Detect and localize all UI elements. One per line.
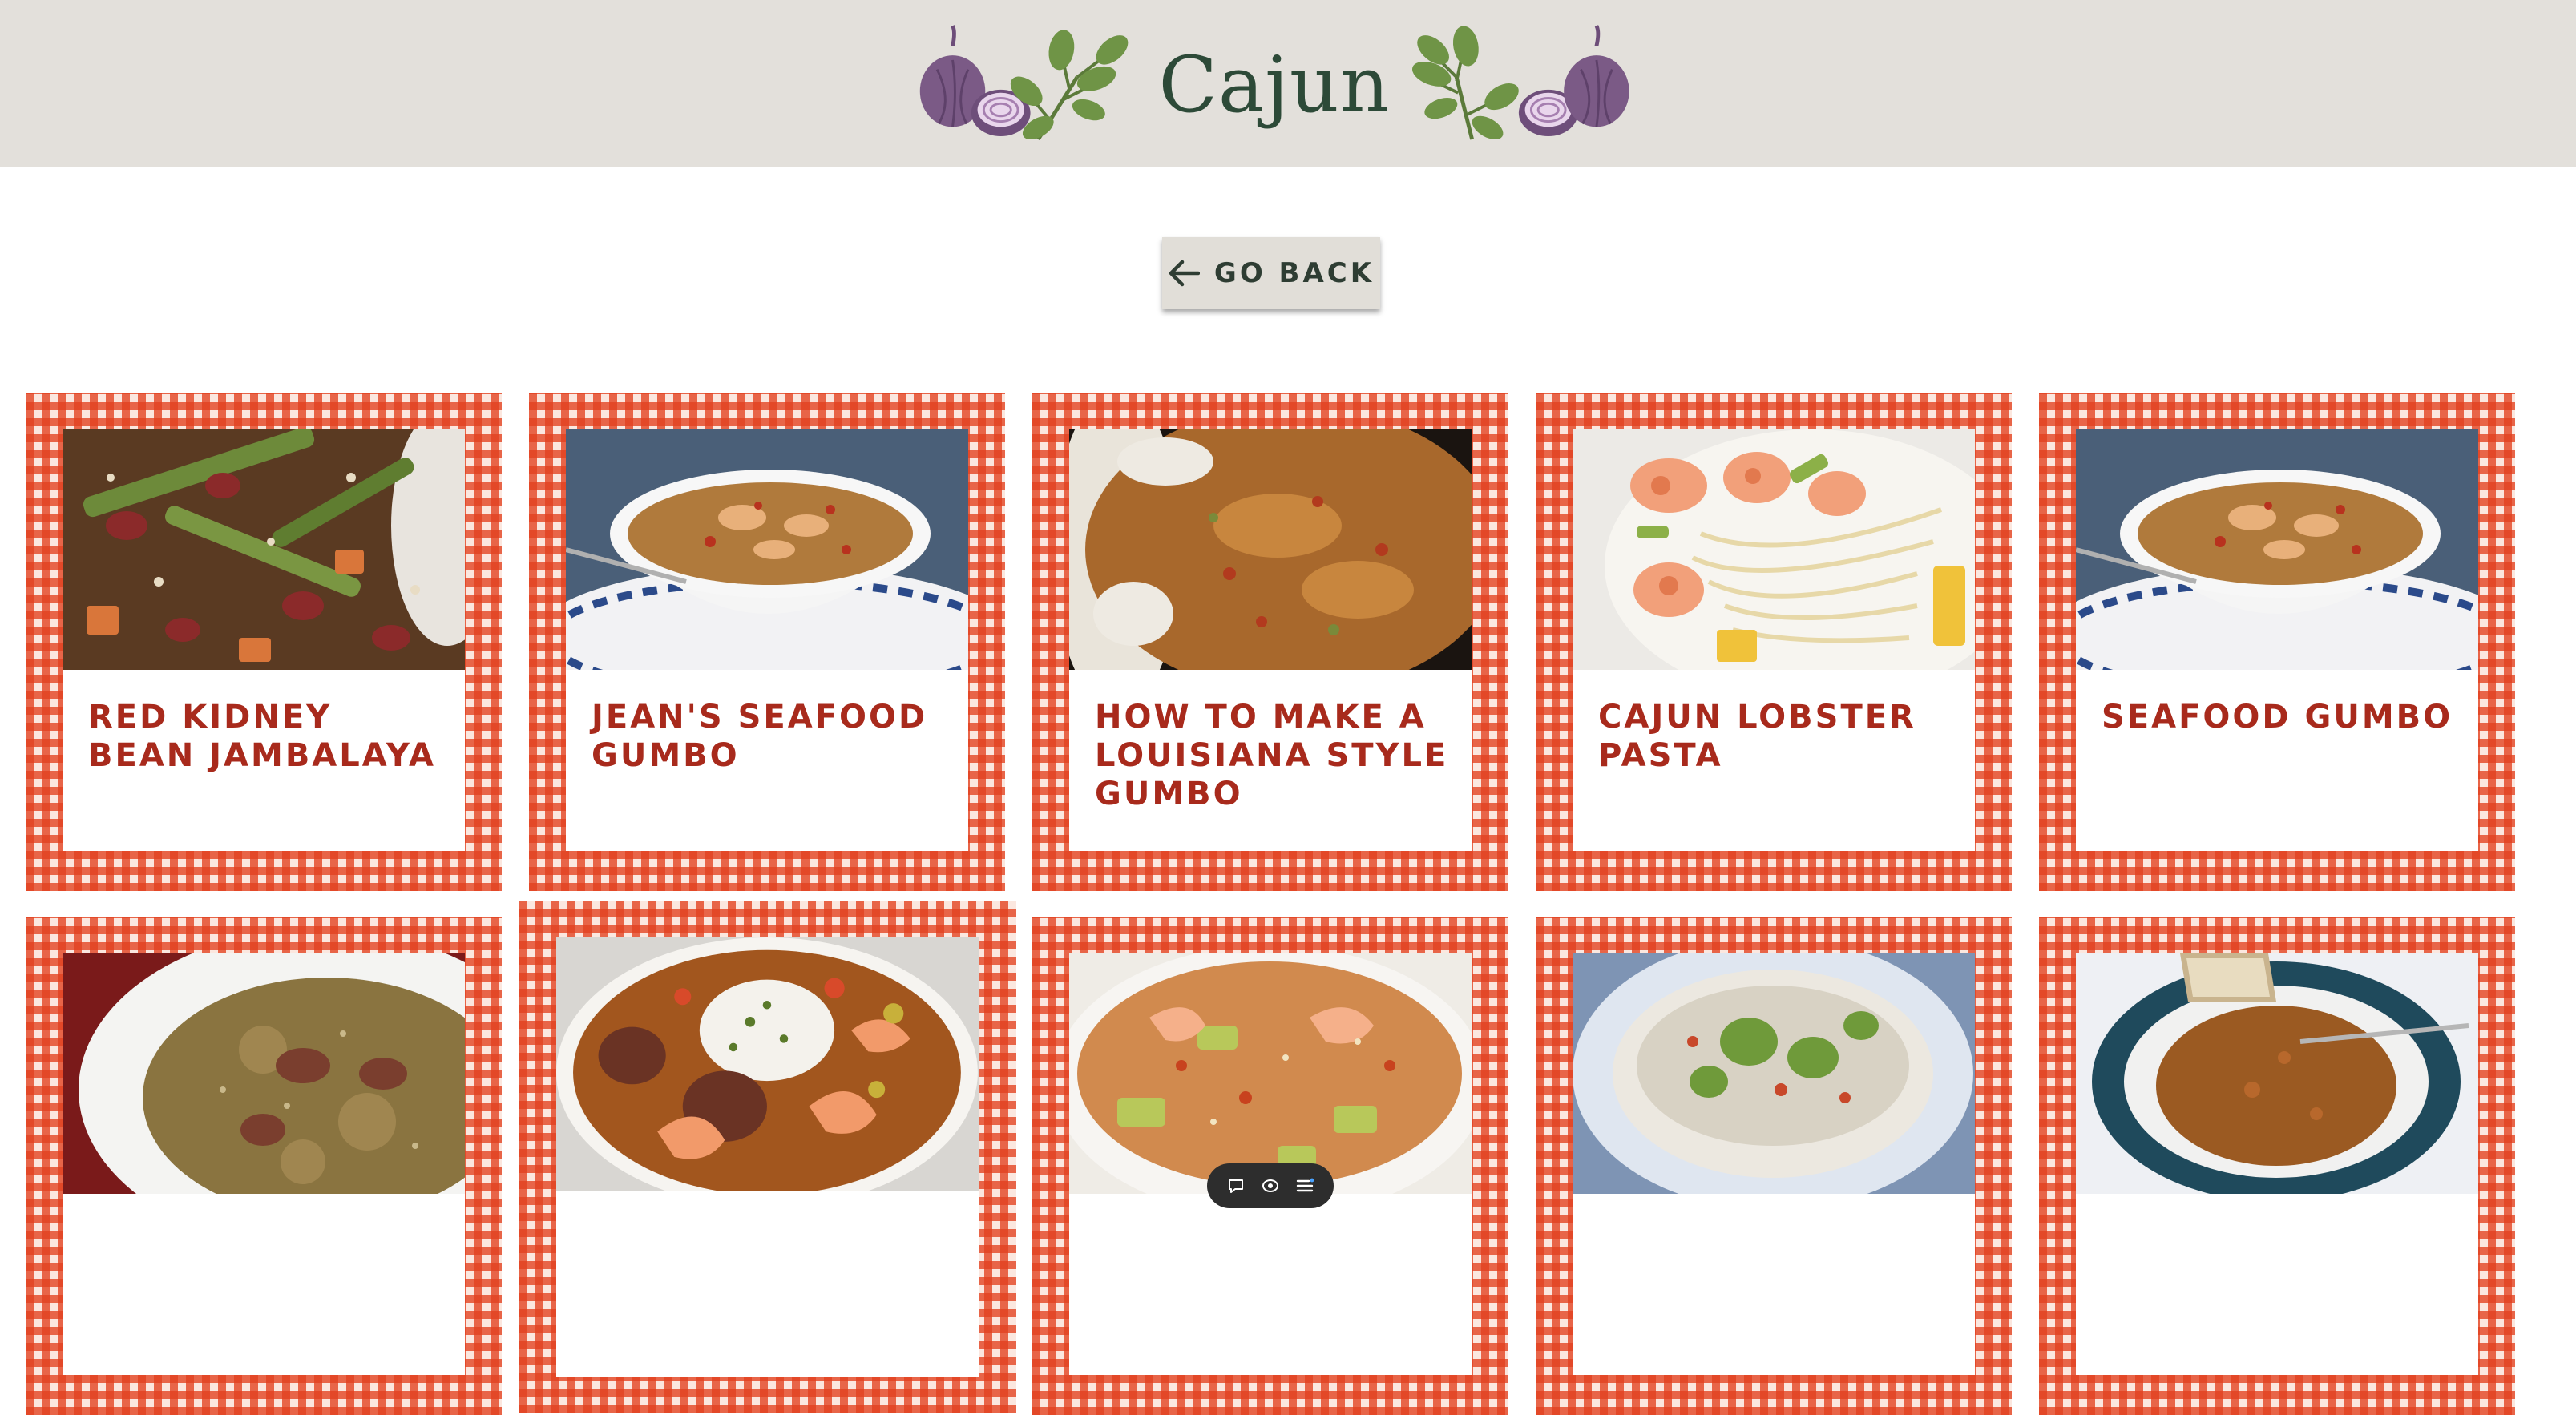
recipe-card-body: SEAFOOD GUMBO	[2076, 429, 2478, 851]
recipe-card[interactable]: SEAFOOD GUMBO	[2039, 393, 2515, 891]
recipe-card[interactable]: RED KIDNEY BEAN JAMBALAYA	[26, 393, 502, 891]
comment-icon[interactable]	[1225, 1175, 1246, 1196]
recipe-photo-shrimp-jambalaya	[1069, 953, 1472, 1194]
recipe-photo-gumbo-bowl	[566, 429, 968, 670]
recipe-name[interactable]: RED KIDNEY BEAN JAMBALAYA	[88, 698, 449, 775]
eye-icon[interactable]	[1260, 1175, 1281, 1196]
recipe-card[interactable]	[2039, 917, 2515, 1415]
recipe-name[interactable]: CAJUN LOBSTER PASTA	[1598, 698, 1959, 775]
recipe-card-body: CAJUN LOBSTER PASTA	[1573, 429, 1975, 851]
recipe-card-body: RED KIDNEY BEAN JAMBALAYA	[63, 429, 465, 851]
recipe-photo-jambalaya	[63, 429, 465, 670]
recipe-photo-rice-vegetable-bowl	[1573, 953, 1975, 1194]
recipe-card-body: JEAN'S SEAFOOD GUMBO	[566, 429, 968, 851]
recipe-card-body	[556, 937, 979, 1377]
recipe-card-body: HOW TO MAKE A LOUISIANA STYLE GUMBO	[1069, 429, 1472, 851]
recipe-name[interactable]: HOW TO MAKE A LOUISIANA STYLE GUMBO	[1095, 698, 1456, 813]
recipe-photo-dirty-rice	[63, 953, 465, 1194]
recipe-photo-gumbo-bowl	[2076, 429, 2478, 670]
recipe-card-hovered[interactable]	[519, 901, 1016, 1413]
recipe-card[interactable]	[26, 917, 502, 1415]
recipe-card[interactable]: HOW TO MAKE A LOUISIANA STYLE GUMBO	[1032, 393, 1508, 891]
recipe-photo-shrimp-sausage-stew	[556, 937, 979, 1191]
recipe-name[interactable]: JEAN'S SEAFOOD GUMBO	[592, 698, 952, 775]
recipe-card-body	[63, 953, 465, 1375]
recipe-name[interactable]: SEAFOOD GUMBO	[2102, 698, 2462, 736]
recipe-photo-gumbo-closeup	[1069, 429, 1472, 670]
recipe-grid: RED KIDNEY BEAN JAMBALAYA JEAN'S SEAFOOD…	[0, 0, 2576, 1415]
recipe-photo-lobster-pasta	[1573, 429, 1975, 670]
recipe-card[interactable]: CAJUN LOBSTER PASTA	[1536, 393, 2012, 891]
recipe-card[interactable]	[1536, 917, 2012, 1415]
recipe-card[interactable]: JEAN'S SEAFOOD GUMBO	[529, 393, 1005, 891]
recipe-card-body	[1573, 953, 1975, 1375]
list-icon[interactable]	[1294, 1175, 1315, 1196]
recipe-card-body	[2076, 953, 2478, 1375]
recipe-photo-soup-with-bread	[2076, 953, 2478, 1194]
